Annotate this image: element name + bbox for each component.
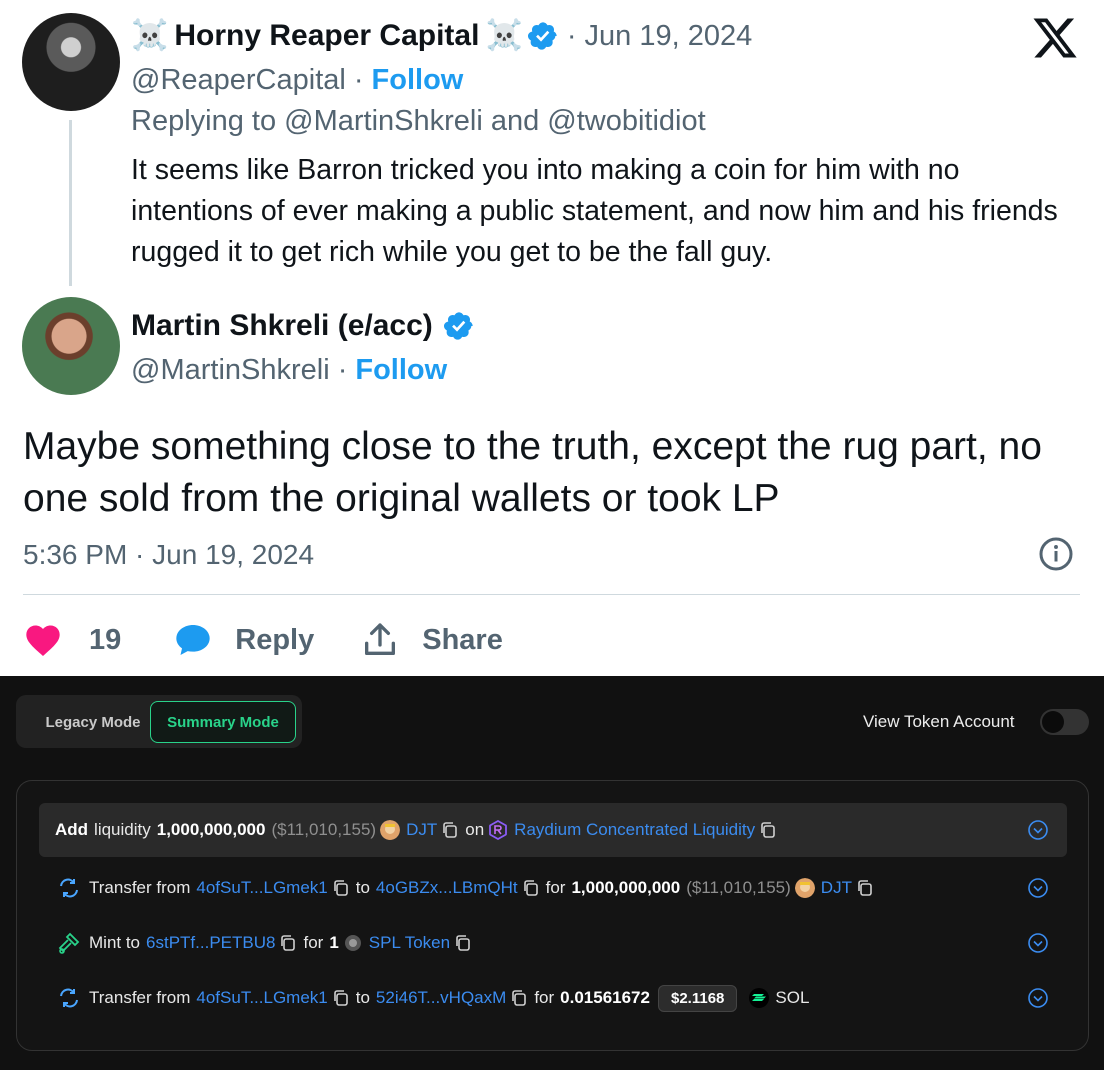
tweet-timestamp[interactable]: 5:36 PM · Jun 19, 2024: [23, 533, 314, 577]
mode-toggle: Legacy Mode Summary Mode: [16, 695, 302, 748]
main-author-row: Martin Shkreli (e/acc): [131, 304, 475, 348]
spl-token-icon: [344, 935, 361, 951]
row-text: for: [303, 933, 324, 952]
main-author-name[interactable]: Martin Shkreli (e/acc): [131, 309, 433, 343]
follow-reaper-button[interactable]: Follow: [372, 64, 464, 97]
explorer-panel: Legacy Mode Summary Mode View Token Acco…: [0, 676, 1104, 1070]
copy-icon[interactable]: [332, 879, 350, 897]
row-text: to: [355, 878, 370, 897]
amount: 1,000,000,000: [571, 878, 681, 897]
chevron-down-icon[interactable]: [1027, 877, 1049, 899]
action-label: Add: [55, 820, 89, 839]
skull-emoji: ☠️: [485, 18, 523, 53]
amount: 1: [329, 933, 339, 952]
tweet-actions: 19 Reply Share: [23, 612, 503, 668]
heart-icon: [26, 625, 60, 656]
like-button[interactable]: 19: [23, 620, 173, 660]
share-label: Share: [422, 623, 503, 656]
mint-hammer-icon: [58, 932, 80, 954]
replying-to: Replying to @MartinShkreli and @twobitid…: [131, 104, 706, 137]
chevron-down-icon[interactable]: [1027, 819, 1049, 841]
tweet-card: ☠️ Horny Reaper Capital ☠️ · Jun 19, 202…: [0, 0, 1104, 676]
copy-icon[interactable]: [510, 989, 528, 1007]
from-address[interactable]: 4ofSuT...LGmek1: [196, 878, 327, 898]
share-button[interactable]: Share: [360, 620, 503, 660]
copy-icon[interactable]: [759, 821, 777, 839]
chevron-down-icon[interactable]: [1027, 987, 1049, 1009]
sol-token-icon: [749, 988, 770, 1008]
djt-token-icon: [380, 820, 401, 840]
like-count: 19: [89, 623, 122, 656]
info-icon[interactable]: [1038, 536, 1074, 572]
to-address[interactable]: 4oGBZx...LBmQHt: [376, 878, 518, 898]
view-token-account-label: View Token Account: [863, 712, 1015, 731]
row-text: Transfer from: [89, 988, 191, 1007]
tx-row-transfer-sol[interactable]: Transfer from 4ofSuT...LGmek1 to 52i46T.…: [39, 971, 1067, 1025]
row-text: liquidity: [94, 820, 151, 839]
tx-row-transfer[interactable]: Transfer from 4ofSuT...LGmek1 to 4oGBZx.…: [39, 861, 1067, 915]
token-link[interactable]: DJT: [821, 878, 852, 898]
thread-line: [69, 120, 72, 286]
reply-date[interactable]: · Jun 19, 2024: [567, 20, 752, 53]
copy-icon[interactable]: [279, 934, 297, 952]
martin-shkreli-avatar[interactable]: [22, 297, 120, 395]
follow-shkreli-button[interactable]: Follow: [355, 354, 447, 387]
tx-row-mint[interactable]: Mint to 6stPTf...PETBU8 for 1 SPL Token: [39, 916, 1067, 970]
speech-bubble-icon: [176, 625, 210, 655]
toggle-knob: [1042, 711, 1064, 733]
token-link[interactable]: SPL Token: [369, 933, 450, 953]
to-address[interactable]: 6stPTf...PETBU8: [146, 933, 275, 953]
main-tweet-text: Maybe something close to the truth, exce…: [23, 425, 1042, 520]
main-handle-row: @MartinShkreli · Follow: [131, 350, 447, 390]
to-address[interactable]: 52i46T...vHQaxM: [376, 988, 506, 1008]
usd-value: ($11,010,155): [686, 878, 791, 897]
copy-icon[interactable]: [522, 879, 540, 897]
row-text: on: [465, 820, 485, 839]
row-text: to: [355, 988, 370, 1007]
amount: 1,000,000,000: [156, 820, 266, 839]
row-text: for: [545, 878, 566, 897]
main-handle[interactable]: @MartinShkreli ·: [131, 354, 347, 387]
djt-token-icon: [794, 878, 815, 898]
from-address[interactable]: 4ofSuT...LGmek1: [196, 988, 327, 1008]
raydium-icon: [489, 820, 508, 840]
reply-handle-row: @ReaperCapital · Follow: [131, 60, 463, 100]
summary-mode-button[interactable]: Summary Mode: [150, 701, 296, 743]
copy-icon[interactable]: [332, 989, 350, 1007]
row-text: Mint to: [89, 933, 141, 952]
skull-emoji: ☠️: [131, 18, 169, 53]
row-text: Transfer from: [89, 878, 191, 897]
token-link[interactable]: DJT: [406, 820, 437, 840]
verified-badge-icon: [443, 312, 473, 340]
platform-link[interactable]: Raydium Concentrated Liquidity: [514, 820, 755, 840]
x-logo-icon[interactable]: [1030, 14, 1080, 62]
transfer-icon: [60, 988, 78, 1008]
reply-handle[interactable]: @ReaperCapital ·: [131, 64, 364, 97]
view-token-account-toggle[interactable]: [1040, 709, 1089, 735]
reply-label: Reply: [235, 623, 315, 656]
reply-tweet-text: It seems like Barron tricked you into ma…: [131, 154, 1058, 268]
verified-badge-icon: [527, 22, 557, 50]
reply-button[interactable]: Reply: [173, 620, 360, 660]
reply-author-name[interactable]: Horny Reaper Capital: [174, 19, 479, 53]
share-upload-icon: [365, 623, 396, 655]
usd-price-pill: $2.1168: [657, 984, 738, 1012]
legacy-mode-button[interactable]: Legacy Mode: [24, 701, 162, 743]
amount: 0.01561672: [560, 988, 650, 1007]
copy-icon[interactable]: [856, 879, 874, 897]
reply-author-row: ☠️ Horny Reaper Capital ☠️ · Jun 19, 202…: [131, 14, 752, 58]
sol-label: SOL: [775, 988, 810, 1007]
usd-value: ($11,010,155): [271, 820, 377, 839]
chevron-down-icon[interactable]: [1027, 932, 1049, 954]
reaper-capital-avatar[interactable]: [22, 13, 120, 111]
row-text: for: [534, 988, 555, 1007]
copy-icon[interactable]: [441, 821, 459, 839]
divider: [23, 594, 1080, 595]
transaction-summary-card: Add liquidity 1,000,000,000 ($11,010,155…: [16, 780, 1089, 1051]
tx-row-add-liquidity[interactable]: Add liquidity 1,000,000,000 ($11,010,155…: [39, 803, 1067, 857]
copy-icon[interactable]: [454, 934, 472, 952]
transfer-icon: [60, 878, 78, 898]
